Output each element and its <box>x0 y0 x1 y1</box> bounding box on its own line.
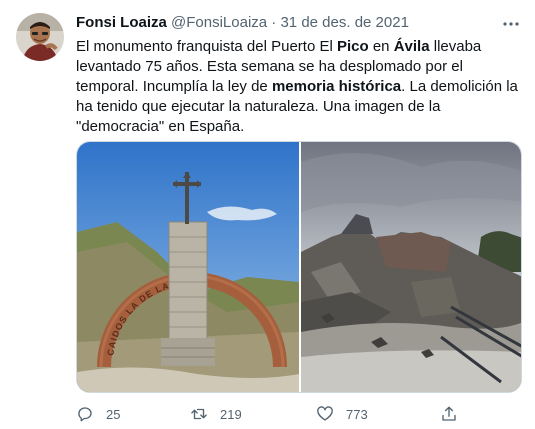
more-icon[interactable] <box>501 14 521 34</box>
reply-count: 25 <box>106 406 121 422</box>
tweet-text-bold: Pico <box>336 38 369 55</box>
author-handle[interactable]: @FonsiLoaiza <box>171 14 267 31</box>
tweet-text-bold: memoria histórica <box>271 78 402 95</box>
share-button[interactable] <box>440 402 458 426</box>
header-separator: · <box>271 14 277 31</box>
author-name[interactable]: Fonsi Loaiza <box>76 14 167 31</box>
tweet-header: Fonsi Loaiza @FonsiLoaiza · 31 de des. d… <box>76 13 495 33</box>
retweet-count: 219 <box>220 406 242 422</box>
avatar-image <box>16 13 64 61</box>
avatar[interactable] <box>16 13 64 61</box>
reply-icon <box>78 407 92 422</box>
tweet-text-part: en <box>368 38 394 55</box>
tweet[interactable]: Fonsi Loaiza @FonsiLoaiza · 31 de des. d… <box>0 0 535 429</box>
tweet-text: El monumento franquista del Puerto El Pi… <box>76 37 521 137</box>
tweet-media[interactable]: CAIDOS LA DE LA REGI <box>76 141 522 393</box>
like-button[interactable]: 773 <box>316 402 368 426</box>
share-icon <box>442 406 456 421</box>
tweet-text-part: El monumento franquista del Puerto El <box>76 38 337 55</box>
monument-photo-before[interactable]: CAIDOS LA DE LA REGI <box>77 142 299 393</box>
like-icon <box>317 406 333 421</box>
reply-button[interactable]: 25 <box>76 402 120 426</box>
monument-photo-after[interactable] <box>301 142 522 393</box>
retweet-icon <box>191 408 207 420</box>
tweet-actions: 25 219 773 <box>76 402 526 426</box>
tweet-text-bold: Ávila <box>393 38 430 55</box>
like-count: 773 <box>346 406 368 422</box>
tweet-date[interactable]: 31 de des. de 2021 <box>280 14 408 31</box>
retweet-button[interactable]: 219 <box>190 402 242 426</box>
